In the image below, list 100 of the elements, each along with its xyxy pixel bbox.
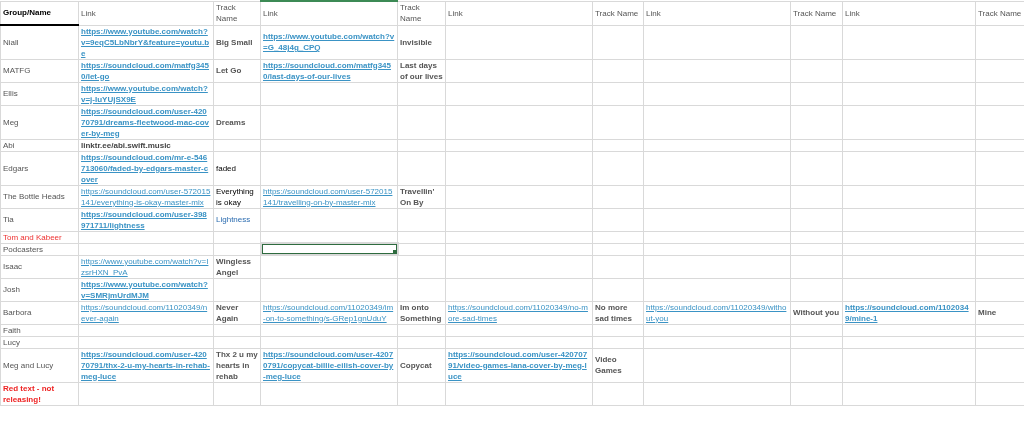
empty-cell[interactable] (445, 151, 593, 185)
empty-cell[interactable] (643, 208, 791, 231)
empty-cell[interactable] (397, 382, 446, 405)
empty-cell[interactable] (260, 382, 398, 405)
empty-cell[interactable] (643, 231, 791, 243)
empty-cell[interactable] (397, 255, 446, 278)
empty-cell[interactable] (643, 59, 791, 82)
empty-cell[interactable] (260, 82, 398, 105)
link-cell[interactable]: https://soundcloud.com/11020349/mine-1 (842, 301, 976, 324)
empty-cell[interactable] (643, 82, 791, 105)
empty-cell[interactable] (592, 255, 644, 278)
empty-cell[interactable] (445, 185, 593, 208)
empty-cell[interactable] (260, 151, 398, 185)
empty-cell[interactable] (445, 243, 593, 255)
empty-cell[interactable] (842, 243, 976, 255)
empty-cell[interactable] (213, 336, 261, 348)
empty-cell[interactable] (643, 255, 791, 278)
empty-cell[interactable] (592, 139, 644, 151)
empty-cell[interactable] (260, 336, 398, 348)
empty-cell[interactable] (260, 255, 398, 278)
empty-cell[interactable] (445, 336, 593, 348)
empty-cell[interactable] (592, 324, 644, 336)
empty-cell[interactable] (445, 105, 593, 139)
empty-cell[interactable] (790, 25, 843, 59)
empty-cell[interactable] (790, 151, 843, 185)
empty-cell[interactable] (213, 139, 261, 151)
empty-cell[interactable] (445, 59, 593, 82)
empty-cell[interactable] (842, 82, 976, 105)
empty-cell[interactable] (790, 59, 843, 82)
empty-cell[interactable] (78, 243, 214, 255)
empty-cell[interactable] (445, 25, 593, 59)
empty-cell[interactable] (78, 324, 214, 336)
empty-cell[interactable] (790, 231, 843, 243)
empty-cell[interactable] (842, 139, 976, 151)
empty-cell[interactable] (213, 278, 261, 301)
empty-cell[interactable] (397, 243, 446, 255)
empty-cell[interactable] (842, 324, 976, 336)
empty-cell[interactable] (592, 208, 644, 231)
empty-cell[interactable] (397, 139, 446, 151)
empty-cell[interactable] (213, 382, 261, 405)
empty-cell[interactable] (397, 278, 446, 301)
empty-cell[interactable] (260, 324, 398, 336)
empty-cell[interactable] (643, 139, 791, 151)
empty-cell[interactable] (397, 82, 446, 105)
empty-cell[interactable] (643, 382, 791, 405)
empty-cell[interactable] (842, 185, 976, 208)
empty-cell[interactable] (842, 25, 976, 59)
empty-cell[interactable] (592, 25, 644, 59)
empty-cell[interactable] (643, 243, 791, 255)
link-cell[interactable]: https://soundcloud.com/user-398971711/lightness (78, 208, 214, 231)
empty-cell[interactable] (790, 208, 843, 231)
empty-cell[interactable] (592, 231, 644, 243)
link-cell[interactable]: https://www.youtube.com/watch?v=G_48j4g_CPQ (260, 25, 398, 59)
empty-cell[interactable] (790, 105, 843, 139)
empty-cell[interactable] (592, 243, 644, 255)
empty-cell[interactable] (445, 231, 593, 243)
empty-cell[interactable] (643, 278, 791, 301)
empty-cell[interactable] (397, 151, 446, 185)
empty-cell[interactable] (592, 82, 644, 105)
empty-cell[interactable] (397, 105, 446, 139)
empty-cell[interactable] (592, 59, 644, 82)
empty-cell[interactable] (643, 348, 791, 382)
selected-cell[interactable] (260, 243, 398, 255)
empty-cell[interactable] (842, 105, 976, 139)
empty-cell[interactable] (842, 208, 976, 231)
empty-cell[interactable] (260, 208, 398, 231)
empty-cell[interactable] (842, 336, 976, 348)
empty-cell[interactable] (643, 25, 791, 59)
empty-cell[interactable] (397, 336, 446, 348)
empty-cell[interactable] (790, 185, 843, 208)
empty-cell[interactable] (790, 336, 843, 348)
empty-cell[interactable] (78, 382, 214, 405)
empty-cell[interactable] (445, 82, 593, 105)
link-cell[interactable]: https://soundcloud.com/11020349/no-more-sad-times (445, 301, 593, 324)
empty-cell[interactable] (260, 278, 398, 301)
empty-cell[interactable] (842, 59, 976, 82)
empty-cell[interactable] (592, 336, 644, 348)
empty-cell[interactable] (445, 208, 593, 231)
link-cell[interactable]: https://soundcloud.com/user-572015141/travelling-on-by-master-mix (260, 185, 398, 208)
empty-cell[interactable] (78, 231, 214, 243)
empty-cell[interactable] (790, 82, 843, 105)
empty-cell[interactable] (397, 324, 446, 336)
empty-cell[interactable] (260, 139, 398, 151)
empty-cell[interactable] (842, 278, 976, 301)
empty-cell[interactable] (643, 185, 791, 208)
empty-cell[interactable] (592, 151, 644, 185)
empty-cell[interactable] (790, 348, 843, 382)
link-cell[interactable]: https://soundcloud.com/user-42070791/dreams-fleetwood-mac-cover-by-meg (78, 105, 214, 139)
empty-cell[interactable] (790, 382, 843, 405)
empty-cell[interactable] (260, 105, 398, 139)
empty-cell[interactable] (842, 382, 976, 405)
empty-cell[interactable] (445, 139, 593, 151)
link-cell[interactable]: https://soundcloud.com/11020349/im-on-to-something/s-GRep1gnUduY (260, 301, 398, 324)
empty-cell[interactable] (397, 231, 446, 243)
empty-cell[interactable] (78, 336, 214, 348)
empty-cell[interactable] (445, 324, 593, 336)
empty-cell[interactable] (643, 105, 791, 139)
empty-cell[interactable] (790, 139, 843, 151)
link-cell[interactable]: https://soundcloud.com/matfg3450/last-days-of-our-lives (260, 59, 398, 82)
empty-cell[interactable] (592, 278, 644, 301)
